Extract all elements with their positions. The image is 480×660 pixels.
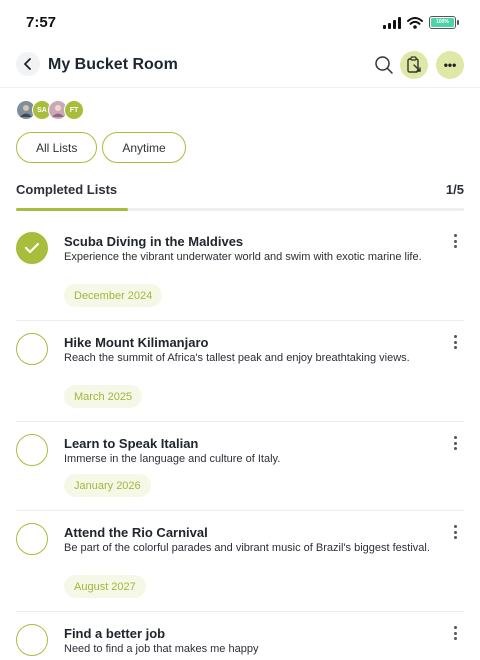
item-date-badge: January 2026 <box>64 474 151 497</box>
kebab-dot <box>453 234 457 237</box>
completed-count: 1/5 <box>445 182 464 197</box>
incomplete-checkbox[interactable] <box>16 624 48 656</box>
list-item[interactable]: Learn to Speak Italian Immerse in the la… <box>16 422 464 511</box>
item-menu-button[interactable] <box>452 525 458 539</box>
member-avatars[interactable]: SA FT <box>16 100 84 120</box>
kebab-dot <box>453 441 457 445</box>
kebab-dot <box>453 626 457 629</box>
person-photo-icon <box>20 105 32 117</box>
completion-progress-bar <box>16 208 464 211</box>
kebab-dot <box>453 335 457 338</box>
item-description: Reach the summit of Africa's tallest pea… <box>64 352 410 364</box>
section-title: Completed Lists <box>16 182 118 197</box>
kebab-dot <box>453 346 457 349</box>
kebab-dot <box>453 436 457 439</box>
more-horizontal-icon: ••• <box>443 58 457 72</box>
kebab-dot <box>453 447 457 450</box>
kebab-dot <box>453 245 457 248</box>
item-date-badge: December 2024 <box>64 284 163 307</box>
item-title: Attend the Rio Carnival <box>64 525 208 540</box>
avatar: FT <box>64 100 84 120</box>
incomplete-checkbox[interactable] <box>16 523 48 555</box>
item-date-badge: March 2025 <box>64 385 143 408</box>
item-description: Immerse in the language and culture of I… <box>64 453 281 465</box>
page-title: My Bucket Room <box>48 56 178 73</box>
battery-icon: 100% <box>429 16 459 29</box>
kebab-dot <box>453 340 457 344</box>
status-icons: 100% <box>383 16 459 29</box>
wifi-icon <box>407 16 423 29</box>
share-button[interactable] <box>400 51 428 79</box>
item-description: Need to find a job that makes me happy <box>64 643 259 655</box>
item-title: Scuba Diving in the Maldives <box>64 234 244 249</box>
check-icon <box>24 242 40 254</box>
completed-checkbox[interactable] <box>16 232 48 264</box>
kebab-dot <box>453 525 457 528</box>
kebab-dot <box>453 536 457 539</box>
item-date-badge: August 2027 <box>64 575 146 598</box>
avatar-initials: FT <box>69 106 79 114</box>
item-description: Be part of the colorful parades and vibr… <box>64 542 430 554</box>
item-menu-button[interactable] <box>452 626 458 640</box>
item-title: Find a better job <box>64 626 166 641</box>
search-button[interactable] <box>374 55 394 75</box>
kebab-dot <box>453 530 457 534</box>
chevron-left-icon <box>24 58 31 70</box>
item-title: Learn to Speak Italian <box>64 436 199 451</box>
item-description: Experience the vibrant underwater world … <box>64 251 422 263</box>
filter-chips: All Lists Anytime <box>16 132 186 163</box>
back-button[interactable] <box>16 52 40 76</box>
item-menu-button[interactable] <box>452 335 458 349</box>
list-item[interactable]: Scuba Diving in the Maldives Experience … <box>16 218 464 321</box>
filter-all-lists[interactable]: All Lists <box>16 132 98 163</box>
list-item[interactable]: Find a better job Need to find a job tha… <box>16 612 464 660</box>
kebab-dot <box>453 239 457 243</box>
avatar-initials: SA <box>37 106 47 114</box>
filter-anytime[interactable]: Anytime <box>102 132 186 163</box>
kebab-dot <box>453 631 457 635</box>
list-item[interactable]: Hike Mount Kilimanjaro Reach the summit … <box>16 321 464 422</box>
battery-level: 100% <box>431 18 454 27</box>
person-photo-icon <box>52 105 64 117</box>
status-bar: 7:57 100% <box>0 0 480 44</box>
item-menu-button[interactable] <box>452 234 458 248</box>
more-button[interactable]: ••• <box>436 51 464 79</box>
incomplete-checkbox[interactable] <box>16 333 48 365</box>
item-menu-button[interactable] <box>452 436 458 450</box>
kebab-dot <box>453 637 457 640</box>
signal-icon <box>383 16 401 29</box>
completion-progress-fill <box>16 208 128 211</box>
search-icon <box>375 56 393 74</box>
item-title: Hike Mount Kilimanjaro <box>64 335 209 350</box>
clipboard-icon <box>407 56 421 73</box>
list-item[interactable]: Attend the Rio Carnival Be part of the c… <box>16 511 464 612</box>
status-time: 7:57 <box>26 14 57 31</box>
bucket-list: Scuba Diving in the Maldives Experience … <box>16 218 464 660</box>
incomplete-checkbox[interactable] <box>16 434 48 466</box>
app-header: My Bucket Room ••• <box>0 44 480 88</box>
